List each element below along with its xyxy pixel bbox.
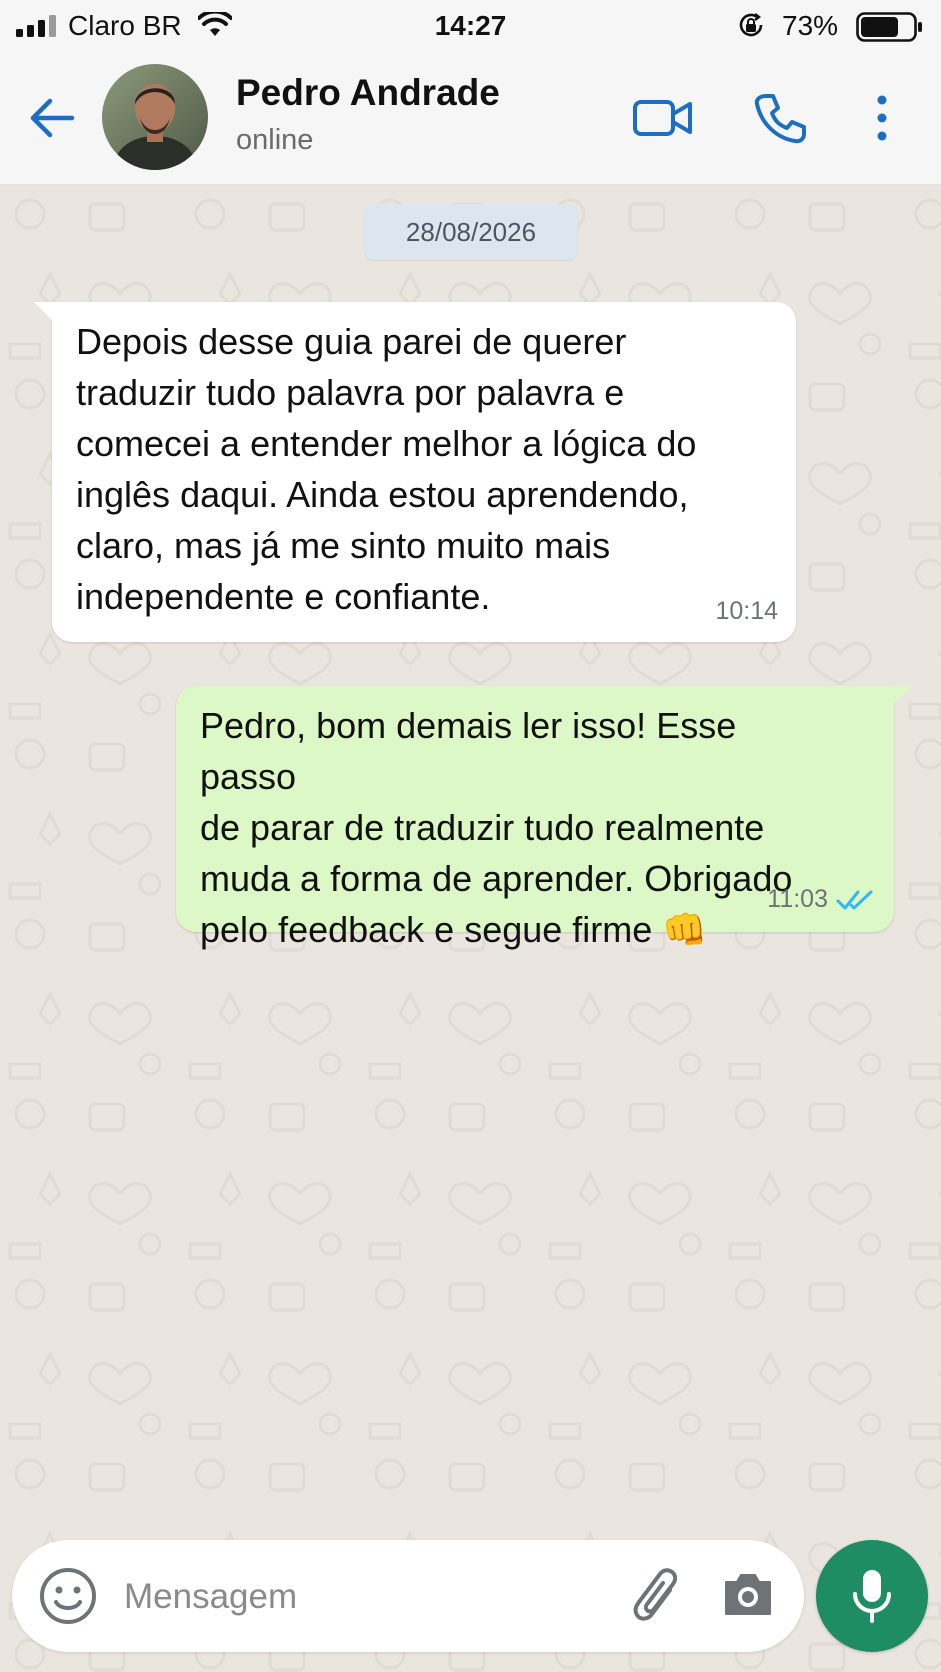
chat-header: Pedro Andrade online	[0, 52, 941, 185]
whatsapp-chat-screen: Claro BR 14:27 73% Pedro Andrade online …	[0, 0, 941, 1672]
message-composer	[12, 1540, 804, 1652]
contact-name[interactable]: Pedro Andrade	[236, 72, 500, 114]
message-text: Depois desse guia parei de querer traduz…	[76, 321, 697, 617]
orientation-lock-icon	[739, 13, 763, 37]
message-time: 11:03	[767, 885, 828, 913]
microphone-icon	[853, 1570, 891, 1623]
contact-avatar[interactable]	[102, 64, 208, 170]
contact-status: online	[236, 124, 314, 156]
message-text: Pedro, bom demais ler isso! Esse passo d…	[200, 705, 793, 950]
avatar-photo	[102, 64, 208, 170]
outgoing-message[interactable]: Pedro, bom demais ler isso! Esse passo d…	[176, 686, 912, 950]
back-arrow-icon[interactable]	[26, 92, 78, 144]
incoming-message[interactable]: Depois desse guia parei de querer traduz…	[34, 302, 796, 642]
bubble-tail	[34, 302, 56, 324]
date-separator: 28/08/2026	[364, 204, 578, 260]
message-time: 10:14	[715, 597, 778, 625]
camera-icon[interactable]	[720, 1566, 776, 1622]
more-vertical-icon[interactable]	[862, 90, 902, 146]
status-bar: Claro BR 14:27 73%	[0, 0, 941, 52]
message-input[interactable]	[122, 1566, 596, 1628]
video-call-icon[interactable]	[632, 90, 694, 146]
read-receipt-icon	[836, 890, 873, 910]
paperclip-icon[interactable]	[630, 1564, 686, 1628]
microphone-button[interactable]	[816, 1540, 928, 1652]
battery-percent: 73%	[782, 10, 839, 41]
emoji-icon[interactable]	[38, 1566, 98, 1626]
bubble-tail	[890, 686, 912, 708]
battery-icon	[856, 12, 922, 42]
phone-icon[interactable]	[752, 90, 808, 146]
